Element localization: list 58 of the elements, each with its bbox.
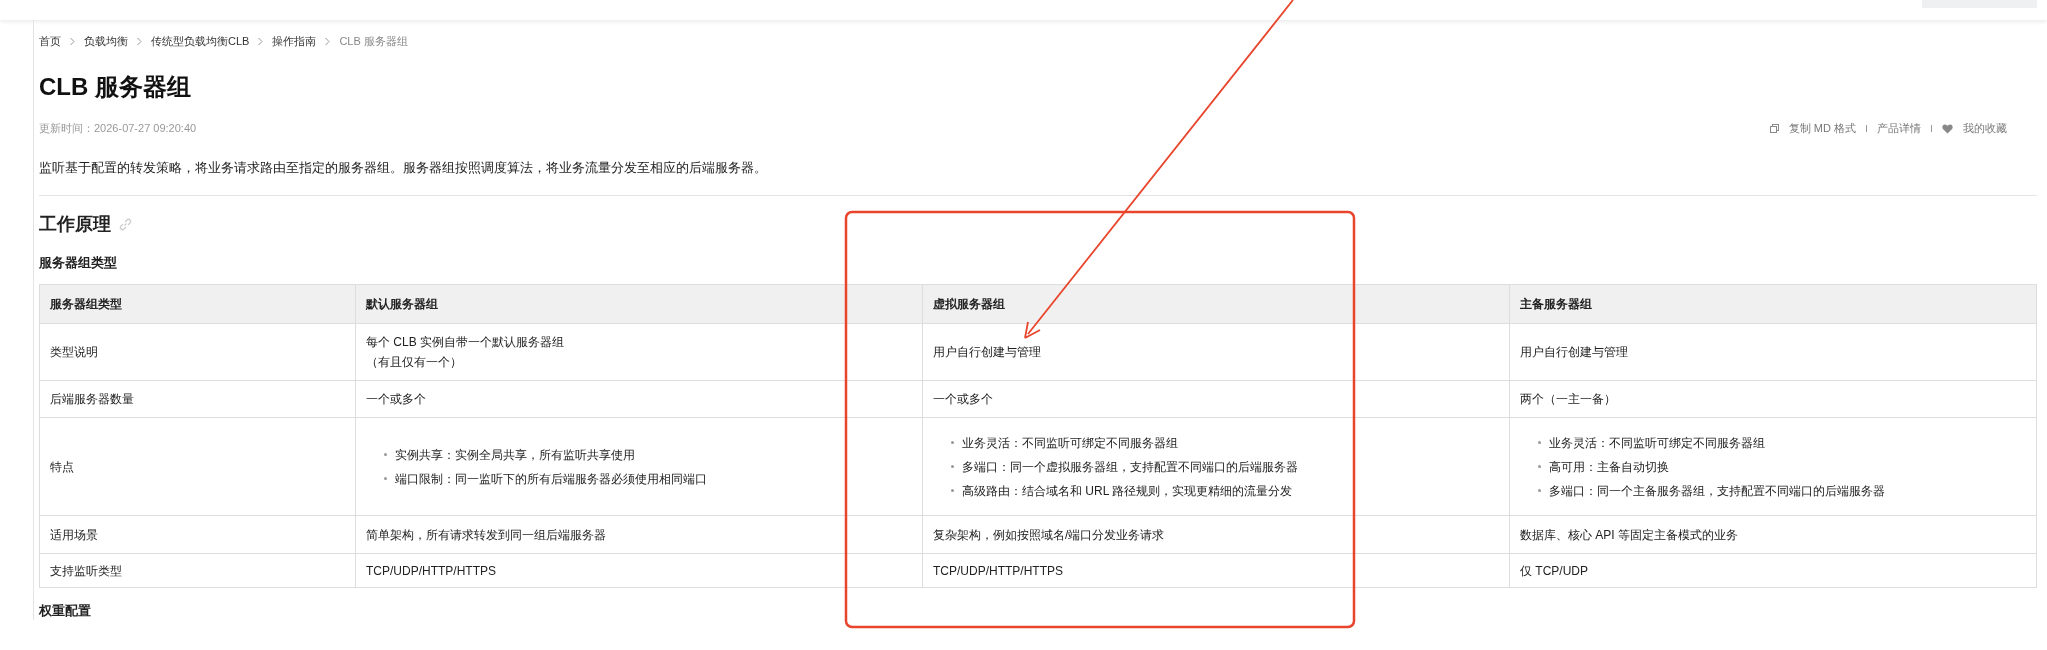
- list-item: 业务灵活：不同监听可绑定不同服务器组: [951, 430, 1499, 455]
- column-header: 虚拟服务器组: [922, 284, 1510, 324]
- table-cell: 两个（一主一备）: [1509, 380, 2037, 418]
- table-cell: 用户自行创建与管理: [922, 323, 1510, 381]
- action-link[interactable]: 我的收藏: [1963, 121, 2007, 136]
- heart-icon: [1942, 123, 1953, 134]
- table-cell: 复杂架构，例如按照域名/端口分发业务请求: [922, 515, 1510, 554]
- table-cell: 适用场景: [39, 515, 356, 554]
- breadcrumb-link[interactable]: 首页: [39, 34, 61, 49]
- table-cell: 数据库、核心 API 等固定主备模式的业务: [1509, 515, 2037, 554]
- breadcrumb-link[interactable]: 操作指南: [272, 34, 317, 49]
- table-cell: 一个或多个: [922, 380, 1510, 418]
- bullet-icon: [1538, 489, 1541, 492]
- table-cell: 一个或多个: [355, 380, 923, 418]
- table-cell: 每个 CLB 实例自带一个默认服务器组 （有且仅有一个）: [355, 323, 923, 381]
- bullet-icon: [1538, 465, 1541, 468]
- breadcrumb-link[interactable]: CLB 服务器组: [339, 34, 408, 49]
- link-icon[interactable]: [119, 217, 132, 231]
- bullet-icon: [951, 441, 954, 444]
- column-header: 默认服务器组: [355, 284, 923, 324]
- table-cell: 仅 TCP/UDP: [1509, 553, 2037, 588]
- bullet-icon: [384, 453, 387, 456]
- bullet-icon: [951, 465, 954, 468]
- column-header: 主备服务器组: [1509, 284, 2037, 324]
- bullet-icon: [384, 477, 387, 480]
- table-cell: TCP/UDP/HTTP/HTTPS: [922, 553, 1510, 588]
- list-item: 高级路由：结合域名和 URL 路径规则，实现更精细的流量分发: [951, 478, 1499, 503]
- list-item: 实例共享：实例全局共享，所有监听共享使用: [384, 442, 912, 467]
- subsection-heading: 服务器组类型: [39, 254, 118, 272]
- table-cell: 类型说明: [39, 323, 356, 381]
- chevron-icon: [324, 37, 332, 46]
- table-cell: TCP/UDP/HTTP/HTTPS: [355, 553, 923, 588]
- list-item: 业务灵活：不同监听可绑定不同服务器组: [1538, 430, 2026, 455]
- table-cell: 支持监听类型: [39, 553, 356, 588]
- action-link[interactable]: 复制 MD 格式: [1788, 121, 1856, 136]
- update-time: 更新时间：2026-07-27 09:20:40: [39, 121, 197, 136]
- bullet-icon: [951, 489, 954, 492]
- chevron-icon: [136, 37, 143, 46]
- description-text: 监听基于配置的转发策略，将业务请求路由至指定的服务器组。服务器组按照调度算法，将业务流量分发至相应的后端服务器。: [39, 159, 768, 177]
- column-header: 服务器组类型: [39, 284, 356, 324]
- list-item: 多端口：同一个主备服务器组，支持配置不同端口的后端服务器: [1538, 478, 2026, 503]
- table-cell: 后端服务器数量: [39, 380, 356, 418]
- table-cell: 简单架构，所有请求转发到同一组后端服务器: [355, 515, 923, 554]
- section-heading: 权重配置: [39, 602, 92, 620]
- table-cell: 特点: [39, 417, 356, 516]
- list-item: 端口限制：同一监听下的所有后端服务器必须使用相同端口: [384, 466, 912, 491]
- section-heading: 工作原理: [39, 213, 111, 236]
- list-item: 高可用：主备自动切换: [1538, 454, 2026, 479]
- breadcrumb-link[interactable]: 负载均衡: [84, 34, 128, 49]
- copy-icon: [1769, 124, 1779, 133]
- chevron-icon: [69, 37, 76, 46]
- breadcrumb-link[interactable]: 传统型负载均衡CLB: [151, 34, 250, 49]
- bullet-icon: [1538, 441, 1541, 444]
- page-title: CLB 服务器组: [39, 72, 192, 102]
- table-cell: 用户自行创建与管理: [1509, 323, 2037, 381]
- list-item: 多端口：同一个虚拟服务器组，支持配置不同端口的后端服务器: [951, 454, 1499, 479]
- chevron-icon: [257, 37, 265, 46]
- action-link[interactable]: 产品详情: [1877, 121, 1921, 136]
